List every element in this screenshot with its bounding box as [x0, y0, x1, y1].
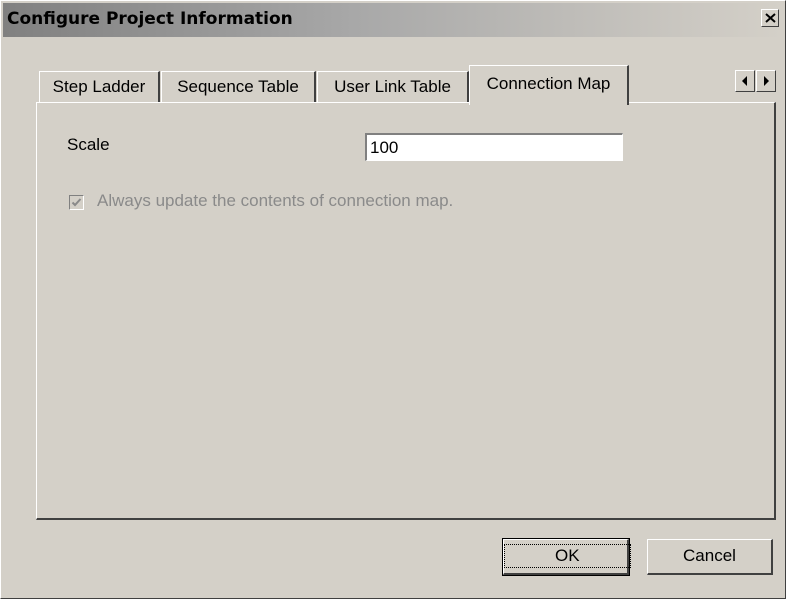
tab-step-ladder[interactable]: Step Ladder: [39, 71, 160, 103]
ok-button[interactable]: OK: [502, 538, 631, 576]
tab-user-link-table[interactable]: User Link Table: [317, 71, 469, 103]
cancel-button-label: Cancel: [683, 546, 736, 565]
scale-input[interactable]: [365, 133, 623, 161]
close-icon: [765, 13, 776, 23]
tab-sequence-table[interactable]: Sequence Table: [161, 71, 316, 103]
arrow-left-icon: [742, 76, 747, 86]
close-button[interactable]: [761, 9, 779, 27]
ok-button-label: OK: [504, 544, 631, 568]
arrow-right-icon: [764, 76, 769, 86]
dialog-window: Configure Project Information Step Ladde…: [0, 0, 786, 599]
tab-scroll-left-button[interactable]: [735, 70, 755, 92]
always-update-checkbox[interactable]: [69, 195, 84, 210]
cancel-button[interactable]: Cancel: [647, 539, 773, 575]
tab-connection-map[interactable]: Connection Map: [469, 65, 629, 105]
tab-label: Connection Map: [486, 74, 611, 93]
scale-label: Scale: [67, 135, 110, 154]
tab-label: Sequence Table: [177, 77, 299, 96]
title-bar[interactable]: Configure Project Information: [3, 3, 783, 37]
tab-scroll-right-button[interactable]: [756, 70, 776, 92]
always-update-label: Always update the contents of connection…: [97, 191, 454, 210]
checkmark-icon: [71, 198, 82, 207]
connection-map-panel: Scale Always update the contents of conn…: [36, 102, 776, 520]
tab-label: User Link Table: [334, 77, 451, 96]
tab-label: Step Ladder: [52, 77, 146, 96]
dialog-title: Configure Project Information: [7, 9, 293, 29]
